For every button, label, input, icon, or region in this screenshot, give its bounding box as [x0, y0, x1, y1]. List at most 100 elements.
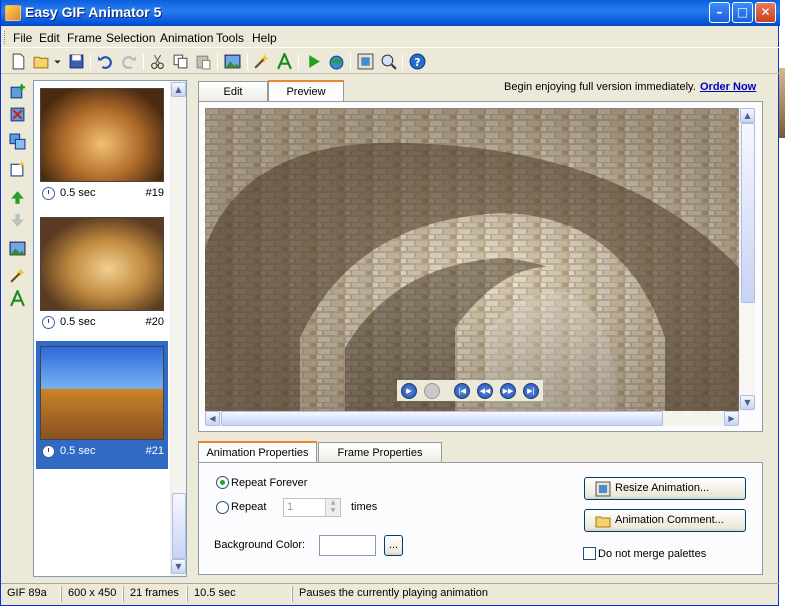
- properties-panel: Repeat Forever Repeat 1 ▲ ▼ times Backgro…: [198, 462, 763, 575]
- order-now-link[interactable]: Order Now: [700, 81, 756, 93]
- scroll-thumb[interactable]: [741, 123, 755, 303]
- repeat-count-value[interactable]: 1: [287, 501, 293, 513]
- status-bar: GIF 89a 600 x 450 21 frames 10.5 sec Pau…: [1, 583, 780, 603]
- repeat-count-stepper[interactable]: 1 ▲ ▼: [283, 498, 341, 517]
- resize-animation-button[interactable]: Resize Animation...: [584, 477, 746, 500]
- move-down-icon[interactable]: [9, 212, 26, 229]
- status-format: GIF 89a: [1, 586, 61, 602]
- new-icon[interactable]: [10, 53, 27, 70]
- scroll-down-icon[interactable]: ▼: [171, 559, 186, 574]
- repeat-forever-radio[interactable]: [216, 476, 229, 489]
- image-effects-icon[interactable]: [9, 240, 26, 257]
- menu-help[interactable]: Help: [252, 31, 277, 45]
- menu-file[interactable]: File: [13, 31, 32, 45]
- move-up-icon[interactable]: [9, 189, 26, 206]
- redo-icon[interactable]: [120, 53, 137, 70]
- frame-duration[interactable]: 0.5 sec: [60, 316, 95, 328]
- tab-preview[interactable]: Preview: [268, 80, 344, 103]
- play-icon[interactable]: ▶: [401, 383, 417, 399]
- toolbar-separator: [402, 54, 403, 70]
- menu-grip[interactable]: [4, 31, 7, 44]
- zoom-icon[interactable]: [380, 53, 397, 70]
- frame-item[interactable]: 0.5 sec #19: [36, 83, 168, 211]
- frame-thumbnail: [40, 88, 164, 182]
- repeat-forever-label[interactable]: Repeat Forever: [231, 477, 307, 489]
- background-color-swatch[interactable]: [319, 535, 376, 556]
- open-icon[interactable]: [33, 53, 50, 70]
- scroll-right-icon[interactable]: ▶: [724, 411, 739, 426]
- toolbar: ?: [1, 50, 780, 74]
- menu-tools[interactable]: Tools: [216, 31, 244, 45]
- next-frame-icon[interactable]: ▶▶: [500, 383, 516, 399]
- toolbar-separator: [298, 54, 299, 70]
- status-length: 10.5 sec: [187, 586, 292, 602]
- radio-dot: [220, 480, 225, 485]
- text-icon[interactable]: [276, 53, 293, 70]
- spinner-arrows-icon[interactable]: ▲ ▼: [325, 499, 340, 516]
- play-icon[interactable]: [305, 53, 322, 70]
- tab-edit[interactable]: Edit: [198, 81, 268, 103]
- image-effects-icon[interactable]: [224, 53, 241, 70]
- frame-item-selected[interactable]: 0.5 sec #21: [36, 341, 168, 469]
- minimize-button[interactable]: –: [709, 2, 730, 23]
- title-bar[interactable]: Easy GIF Animator 5 – □ ✕: [1, 0, 780, 26]
- insert-blank-icon[interactable]: [9, 160, 26, 177]
- frame-duration[interactable]: 0.5 sec: [60, 445, 95, 457]
- menu-animation[interactable]: Animation: [160, 31, 213, 45]
- preview-vscrollbar[interactable]: ▲ ▼: [739, 108, 755, 411]
- first-frame-icon[interactable]: |◀: [454, 383, 470, 399]
- repeat-radio[interactable]: [216, 501, 229, 514]
- undo-icon[interactable]: [97, 53, 114, 70]
- merge-palettes-checkbox[interactable]: [583, 547, 596, 560]
- help-icon[interactable]: ?: [409, 53, 426, 70]
- stop-icon[interactable]: [424, 383, 440, 399]
- tab-frame-properties[interactable]: Frame Properties: [318, 442, 442, 464]
- frame-number: #20: [145, 316, 164, 328]
- export-icon[interactable]: [328, 53, 345, 70]
- animation-comment-button[interactable]: Animation Comment...: [584, 509, 746, 532]
- property-tabs: Animation Properties Frame Properties: [198, 441, 763, 464]
- status-size: 600 x 450: [61, 586, 123, 602]
- frame-list-scrollbar[interactable]: ▲ ▼: [170, 81, 186, 576]
- frame-list: 0.5 sec #19 0.5 sec #20 0.5 sec #21 ▲ ▼: [33, 80, 187, 577]
- scroll-left-icon[interactable]: ◀: [205, 411, 220, 426]
- delete-frame-icon[interactable]: [9, 106, 26, 123]
- last-frame-icon[interactable]: ▶|: [523, 383, 539, 399]
- resize-animation-label: Resize Animation...: [615, 482, 710, 494]
- menu-frame[interactable]: Frame: [67, 31, 102, 45]
- scroll-up-icon[interactable]: ▲: [171, 82, 186, 97]
- wizard-icon[interactable]: [253, 53, 270, 70]
- close-button[interactable]: ✕: [755, 2, 776, 23]
- scroll-up-icon[interactable]: ▲: [740, 108, 755, 123]
- toolbar-separator: [217, 54, 218, 70]
- scroll-thumb[interactable]: [221, 411, 663, 426]
- cut-icon[interactable]: [149, 53, 166, 70]
- scroll-thumb[interactable]: [172, 493, 186, 559]
- copy-icon[interactable]: [172, 53, 189, 70]
- animation-canvas: [205, 108, 739, 411]
- background-window-fragment: [779, 68, 785, 138]
- resize-icon[interactable]: [357, 53, 374, 70]
- wizard-icon[interactable]: [9, 267, 26, 284]
- duplicate-frame-icon[interactable]: [9, 133, 26, 150]
- merge-palettes-label[interactable]: Do not merge palettes: [598, 548, 706, 560]
- maximize-button[interactable]: □: [732, 2, 753, 23]
- scroll-down-icon[interactable]: ▼: [740, 395, 755, 410]
- player-controls: ▶ |◀ ◀◀ ▶▶ ▶|: [397, 380, 543, 401]
- maximize-icon: □: [736, 5, 749, 19]
- open-dropdown-icon[interactable]: [53, 53, 62, 70]
- previous-frame-icon[interactable]: ◀◀: [477, 383, 493, 399]
- frame-item[interactable]: 0.5 sec #20: [36, 212, 168, 340]
- repeat-label[interactable]: Repeat: [231, 501, 266, 513]
- tab-animation-properties[interactable]: Animation Properties: [198, 441, 317, 464]
- menu-edit[interactable]: Edit: [39, 31, 60, 45]
- toolbar-separator: [350, 54, 351, 70]
- frame-duration[interactable]: 0.5 sec: [60, 187, 95, 199]
- preview-hscrollbar[interactable]: ◀ ▶: [205, 411, 739, 426]
- text-icon[interactable]: [9, 290, 26, 307]
- browse-color-button[interactable]: ...: [384, 535, 403, 556]
- insert-frame-icon[interactable]: [9, 83, 26, 100]
- save-icon[interactable]: [68, 53, 85, 70]
- menu-selection[interactable]: Selection: [106, 31, 155, 45]
- paste-icon[interactable]: [195, 53, 212, 70]
